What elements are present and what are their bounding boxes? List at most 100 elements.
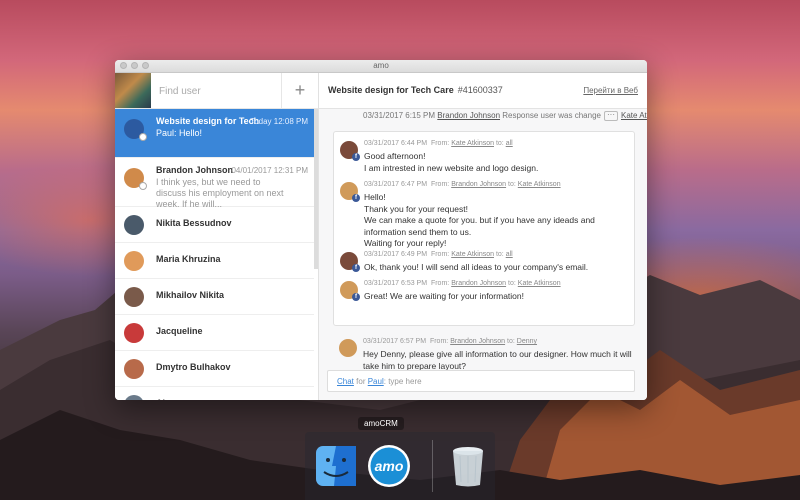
to-label: to: xyxy=(507,338,515,345)
conversation-title: Website design for Tech Care #41600337 xyxy=(328,85,503,95)
from-label: From: xyxy=(430,280,450,287)
message-sender[interactable]: Brandon Johnson xyxy=(451,181,506,188)
system-event-text: Response user was change xyxy=(502,111,601,121)
system-event-date: 03/31/2017 6:15 PM xyxy=(363,111,436,121)
conversation-item[interactable]: Maria Khruzina xyxy=(115,243,314,279)
to-label: to: xyxy=(508,280,516,287)
facebook-icon: f xyxy=(352,293,360,301)
message-meta: 03/31/2017 6:44 PM From: Kate Atkinson t… xyxy=(364,140,513,147)
message-recipient[interactable]: Kate Atkinson xyxy=(518,181,561,188)
avatar xyxy=(124,359,144,379)
message-text: Great! We are waiting for your informati… xyxy=(364,291,524,301)
to-label: to: xyxy=(508,181,516,188)
avatar xyxy=(124,251,144,271)
conversation-name: Mikhailov Nikita xyxy=(156,290,225,300)
conversation-time: 04/01/2017 12:31 PM xyxy=(231,166,308,175)
from-label: From: xyxy=(430,140,450,147)
facebook-icon: f xyxy=(352,153,360,161)
chat-sidebar: + Website design for Tech C...Today 12:0… xyxy=(115,73,319,400)
message-date: 03/31/2017 6:49 PM xyxy=(364,251,428,258)
trash-icon[interactable] xyxy=(446,444,490,488)
avatar xyxy=(124,287,144,307)
conversation-name: Dmytro Bulhakov xyxy=(156,362,231,372)
app-window: amo + Website design for Tech C...Today … xyxy=(115,60,647,400)
avatar xyxy=(339,339,357,357)
conversation-item[interactable]: Website design for Tech C...Today 12:08 … xyxy=(115,109,314,158)
plus-icon[interactable]: + xyxy=(281,73,318,108)
sidebar-scrollbar[interactable] xyxy=(314,109,318,269)
conversation-item[interactable]: Brandon Johnson 04/01/2017 12:31 PM I thin… xyxy=(115,158,314,209)
message-text: Hey Denny, please give all information t… xyxy=(363,349,632,371)
composer-placeholder: type here xyxy=(388,377,422,386)
recipient-link[interactable]: Paul xyxy=(368,377,384,386)
from-label: From: xyxy=(430,181,450,188)
chat-mode-link[interactable]: Chat xyxy=(337,377,354,386)
open-web-link[interactable]: Перейти в Веб xyxy=(583,86,638,95)
message-meta: 03/31/2017 6:57 PM From: Brandon Johnson… xyxy=(363,338,537,345)
conversation-item[interactable]: Mikhailov Nikita xyxy=(115,279,314,315)
conversation-pane: Website design for Tech Care #41600337 Пе… xyxy=(319,73,647,400)
message-meta: 03/31/2017 6:47 PM From: Brandon Johnson… xyxy=(364,181,561,188)
conversation-name: Maria Khruzina xyxy=(156,254,221,264)
conversation-name: Website design for Tech C... xyxy=(156,116,261,126)
conversation-item[interactable]: Nikita Bessudnov xyxy=(115,207,314,243)
to-label: to: xyxy=(495,251,504,258)
conversation-name: Nikita Bessudnov xyxy=(156,218,232,228)
message-meta: 03/31/2017 6:49 PM From: Kate Atkinson t… xyxy=(364,251,513,258)
message-date: 03/31/2017 6:47 PM xyxy=(364,181,428,188)
facebook-icon: f xyxy=(352,194,360,202)
from-label: From: xyxy=(429,338,449,345)
system-event: 03/31/2017 6:15 PM Brandon Johnson Respo… xyxy=(363,111,647,121)
message-date: 03/31/2017 6:53 PM xyxy=(364,280,428,287)
dock-tooltip: amoCRM xyxy=(358,417,404,430)
conversation-name: Jacqueline xyxy=(156,326,203,336)
finder-icon[interactable] xyxy=(314,444,358,488)
message-meta: 03/31/2017 6:53 PM From: Brandon Johnson… xyxy=(364,280,561,287)
amocrm-logo-text: amo xyxy=(375,458,404,474)
account-avatar[interactable] xyxy=(115,73,151,108)
message-recipient[interactable]: all xyxy=(506,140,513,147)
composer-for-label: for xyxy=(356,377,366,386)
more-icon[interactable]: ··· xyxy=(603,111,618,121)
conversation-item[interactable]: Dmytro Bulhakov xyxy=(115,351,314,387)
message-sender[interactable]: Brandon Johnson xyxy=(451,280,506,287)
composer-separator: : xyxy=(383,377,386,386)
message-thread: f 03/31/2017 6:44 PM From: Kate Atkinson … xyxy=(333,131,635,326)
conversation-time: Today 12:08 PM xyxy=(250,117,308,126)
channel-badge-icon xyxy=(139,182,147,190)
message-text: Hello! Thank you for your request! We ca… xyxy=(364,192,595,248)
message-sender[interactable]: Kate Atkinson xyxy=(451,140,494,147)
conversation-name: Alexey xyxy=(156,398,185,400)
message-recipient[interactable]: Kate Atkinson xyxy=(518,280,561,287)
message-composer[interactable]: Chat for Paul: type here xyxy=(327,370,635,392)
window-title: amo xyxy=(373,61,389,70)
conversation-title-text: Website design for Tech Care xyxy=(328,85,454,95)
message-recipient[interactable]: Denny xyxy=(517,338,537,345)
dock-divider xyxy=(432,440,433,492)
conversation-item[interactable]: Jacqueline xyxy=(115,315,314,351)
amocrm-icon[interactable]: amo xyxy=(367,444,411,488)
channel-badge-icon xyxy=(139,133,147,141)
to-label: to: xyxy=(495,140,504,147)
conversation-preview: I think yes, but we need to discuss his … xyxy=(156,177,284,209)
message-date: 03/31/2017 6:44 PM xyxy=(364,140,428,147)
window-titlebar[interactable]: amo xyxy=(115,60,647,73)
deal-id: #41600337 xyxy=(457,85,503,95)
conversation-item[interactable]: Alexey xyxy=(115,387,314,400)
system-event-target[interactable]: Kate Atkinson xyxy=(621,111,647,120)
conversation-preview: Paul: Hello! xyxy=(156,128,203,138)
system-event-actor[interactable]: Brandon Johnson xyxy=(437,111,500,120)
message-text: Good afternoon! I am intrested in new we… xyxy=(364,151,539,173)
find-user-input[interactable] xyxy=(157,73,281,110)
facebook-icon: f xyxy=(352,264,360,272)
conversation-list: Website design for Tech C...Today 12:08 … xyxy=(115,109,314,400)
message-date: 03/31/2017 6:57 PM xyxy=(363,338,427,345)
from-label: From: xyxy=(430,251,450,258)
conversation-name: Brandon Johnson xyxy=(156,165,233,175)
sidebar-header: + xyxy=(115,73,318,110)
conversation-header: Website design for Tech Care #41600337 Пе… xyxy=(319,73,647,109)
avatar xyxy=(124,395,144,400)
message-sender[interactable]: Kate Atkinson xyxy=(451,251,494,258)
message-sender[interactable]: Brandon Johnson xyxy=(450,338,505,345)
message-recipient[interactable]: all xyxy=(506,251,513,258)
